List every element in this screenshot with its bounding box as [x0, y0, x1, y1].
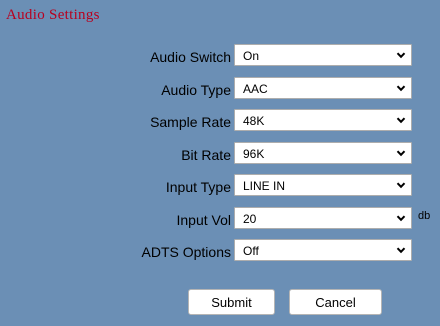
chevron-down-icon [396, 247, 406, 254]
sample-rate-label: Sample Rate [150, 114, 231, 130]
audio-settings-form: Audio Switch On Audio Type AAC Sample Ra… [0, 42, 440, 270]
chevron-down-icon [396, 215, 406, 221]
bit-rate-value: 96K [243, 146, 265, 161]
submit-button[interactable]: Submit [188, 289, 275, 315]
adts-options-row: ADTS Options Off [0, 237, 440, 270]
input-vol-label: Input Vol [176, 211, 232, 228]
audio-switch-value: On [243, 49, 260, 63]
audio-switch-row: Audio Switch On [0, 42, 440, 75]
bit-rate-row: Bit Rate 96K [0, 140, 440, 173]
bit-rate-label: Bit Rate [181, 146, 231, 163]
adts-options-value: Off [243, 244, 259, 258]
input-vol-unit: db [418, 209, 431, 222]
panel-title: Audio Settings [6, 7, 100, 23]
chevron-down-icon [396, 182, 406, 189]
bit-rate-select[interactable]: 96K [234, 141, 412, 164]
sample-rate-row: Sample Rate 48K [0, 107, 440, 140]
adts-options-select[interactable]: Off [234, 239, 412, 261]
input-vol-row: Input Vol 20 db [0, 205, 440, 238]
input-type-select[interactable]: LINE IN [234, 174, 412, 196]
chevron-down-icon [396, 150, 406, 156]
audio-type-value: AAC [243, 81, 268, 96]
audio-type-label: Audio Type [161, 81, 231, 98]
audio-switch-select[interactable]: On [234, 44, 412, 66]
input-vol-select[interactable]: 20 [234, 206, 412, 229]
sample-rate-select[interactable]: 48K [234, 109, 412, 131]
input-type-label: Input Type [165, 179, 231, 195]
chevron-down-icon [396, 52, 406, 59]
input-type-row: Input Type LINE IN [0, 172, 440, 205]
cancel-button[interactable]: Cancel [289, 289, 382, 315]
chevron-down-icon [396, 117, 406, 124]
audio-switch-label: Audio Switch [150, 49, 231, 65]
input-type-value: LINE IN [243, 179, 286, 193]
input-vol-value: 20 [243, 211, 257, 226]
chevron-down-icon [396, 85, 406, 91]
audio-type-row: Audio Type AAC [0, 75, 440, 108]
sample-rate-value: 48K [243, 114, 265, 128]
adts-options-label: ADTS Options [141, 244, 231, 260]
audio-type-select[interactable]: AAC [234, 76, 412, 99]
